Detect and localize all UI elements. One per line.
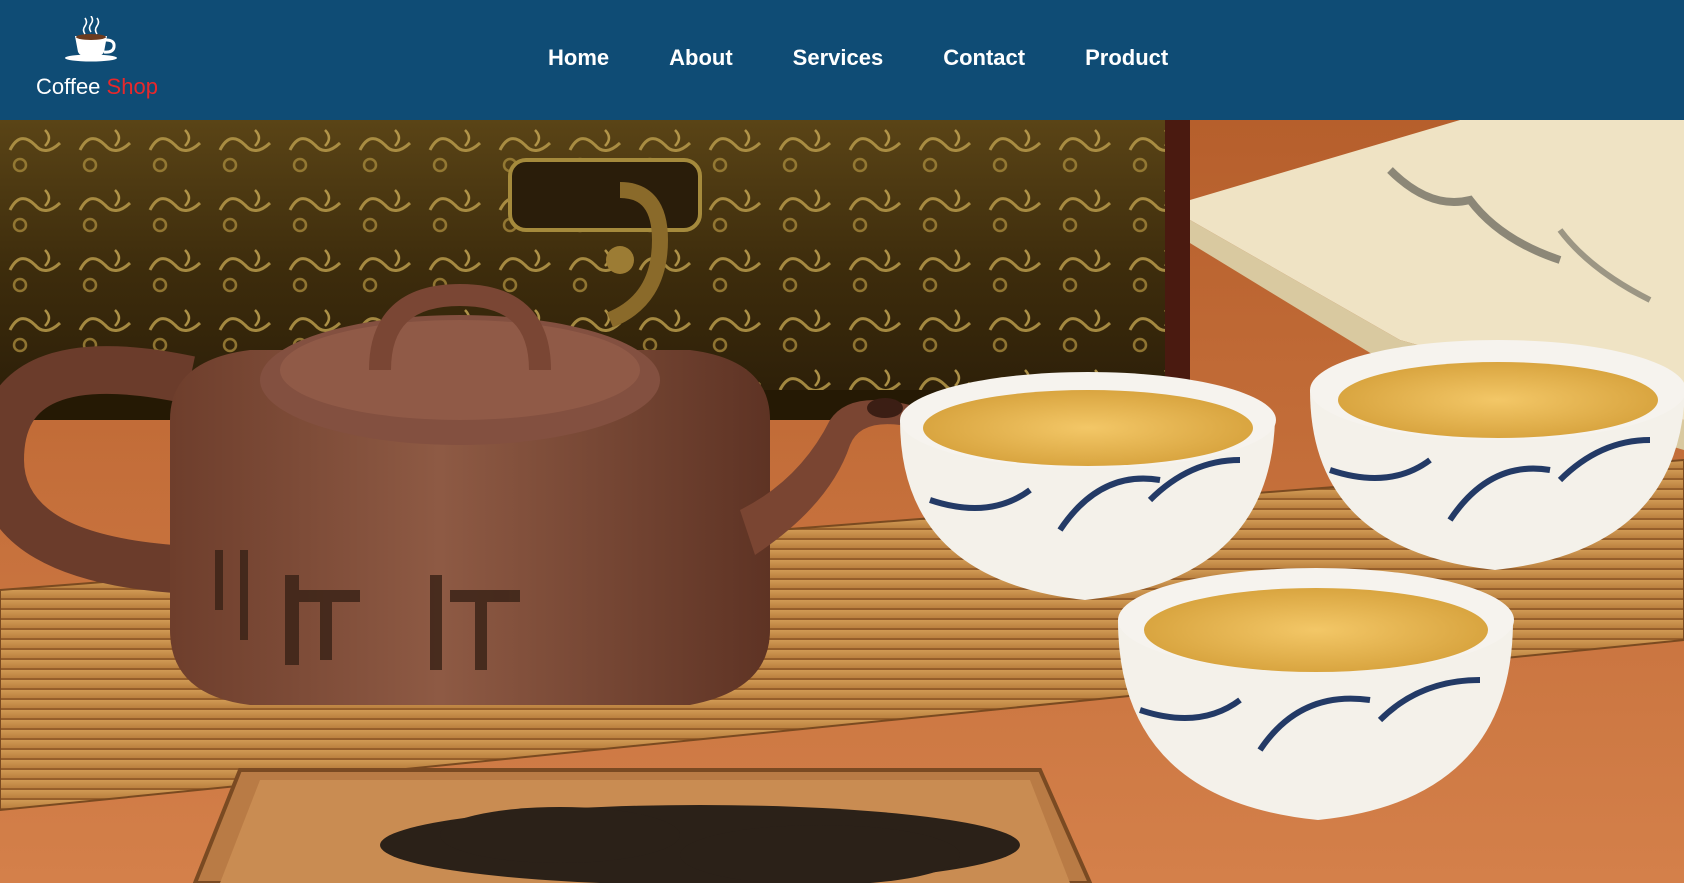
site-header: Coffee Shop Home About Services Contact …: [0, 0, 1684, 120]
logo[interactable]: Coffee Shop: [36, 14, 176, 104]
hero-image: [0, 120, 1684, 883]
logo-word-coffee: Coffee: [36, 74, 101, 99]
teapot-and-tea-cups-illustration: [0, 120, 1684, 883]
coffee-cup-icon: [65, 16, 117, 62]
logo-text: Coffee Shop: [36, 74, 158, 100]
tea-leaves: [380, 805, 1020, 883]
main-nav: Home About Services Contact Product: [548, 40, 1228, 76]
nav-home-link[interactable]: Home: [548, 40, 609, 76]
nav-product-link[interactable]: Product: [1085, 40, 1168, 76]
logo-word-shop: Shop: [106, 74, 158, 99]
nav-services-link[interactable]: Services: [793, 40, 884, 76]
nav-about-link[interactable]: About: [669, 40, 733, 76]
nav-contact-link[interactable]: Contact: [943, 40, 1025, 76]
